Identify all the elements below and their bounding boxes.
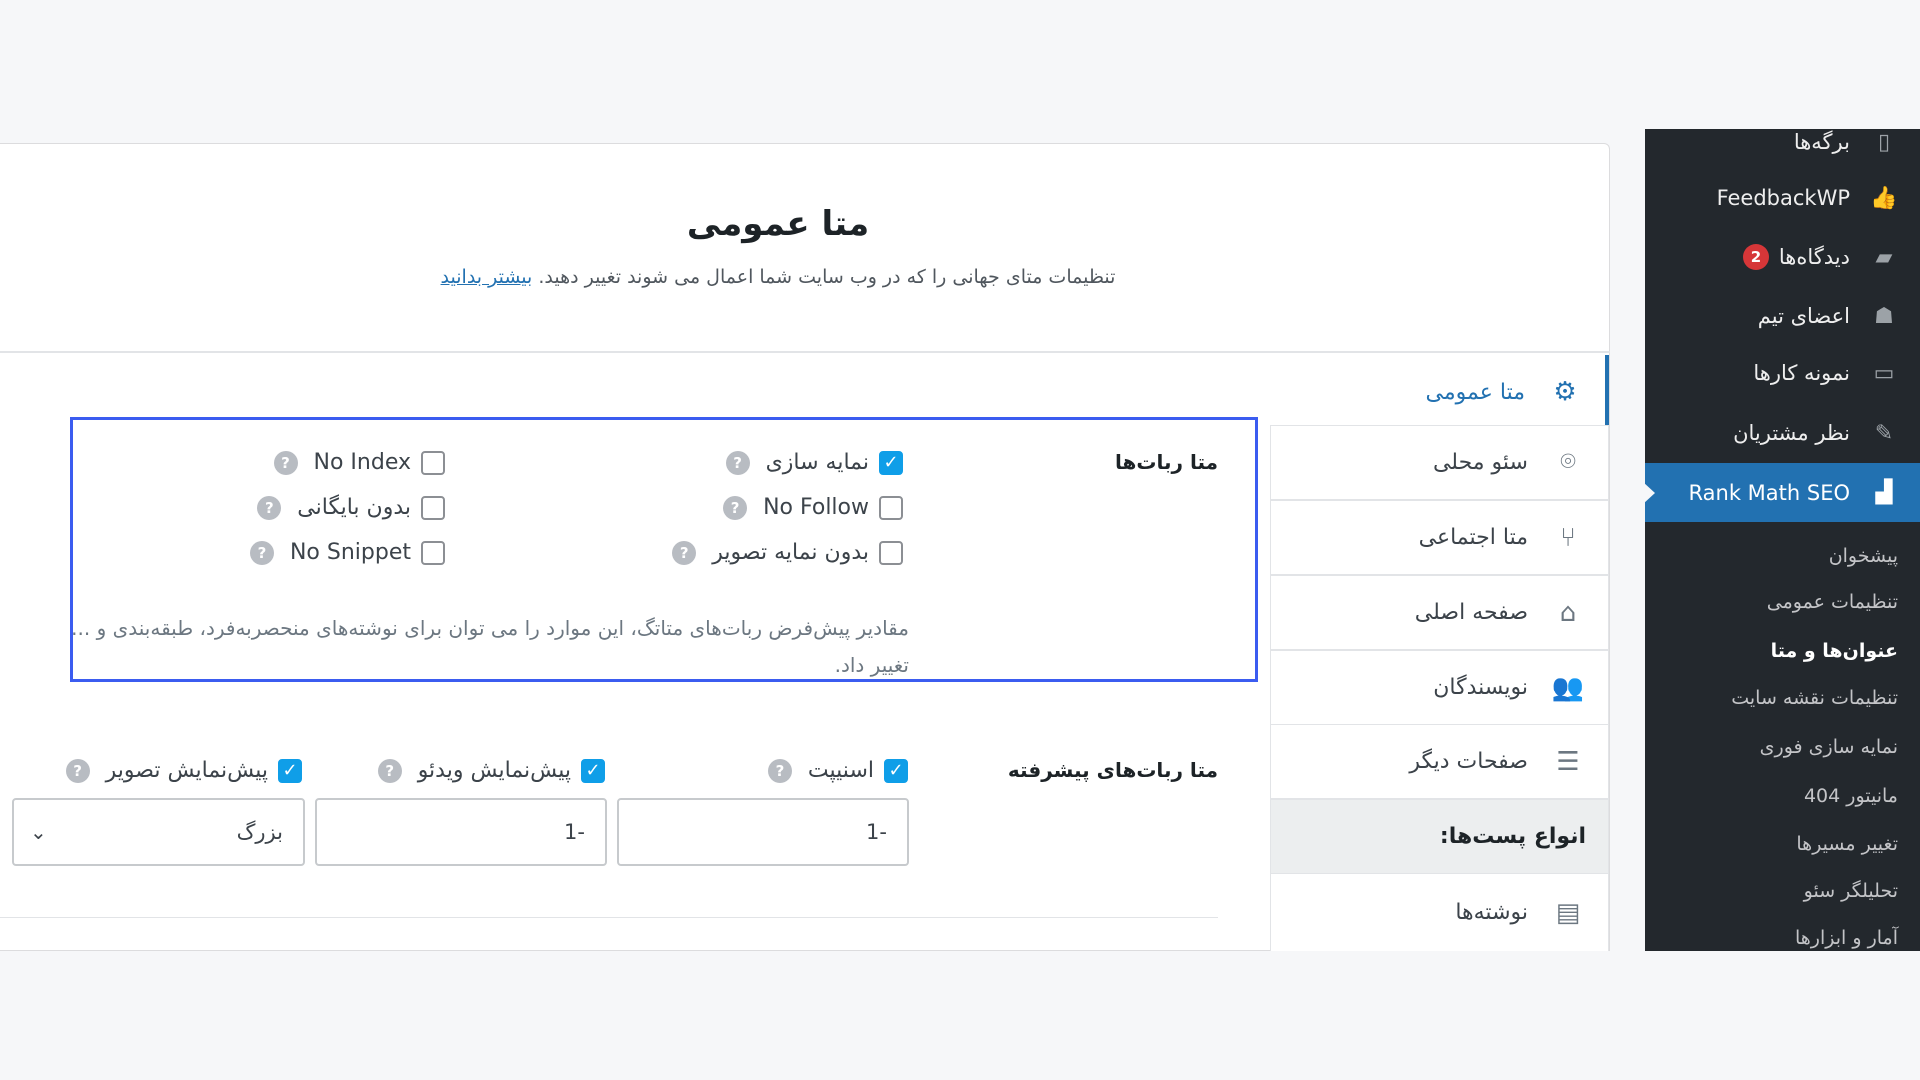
checkbox-noarchive[interactable] [421, 495, 445, 520]
option-max-snippet[interactable]: ✓ اسنیپت? [767, 758, 908, 783]
checkbox-nofollow[interactable] [879, 495, 903, 520]
help-icon[interactable]: ? [257, 495, 282, 520]
current-arrow [1643, 482, 1655, 504]
tab-local-seo[interactable]: ⌾ سئو محلی [1270, 425, 1609, 500]
tab-homepage[interactable]: ⌂ صفحه اصلی [1270, 575, 1609, 650]
post-types-header: انواع پست‌ها: [1270, 799, 1609, 874]
option-image-preview[interactable]: ✓ پیش‌نمایش تصویر? [65, 758, 302, 783]
gear-icon: ⚙ [1553, 377, 1577, 407]
menu-rank-math-seo[interactable]: ▟ Rank Math SEO [1643, 463, 1920, 522]
folder-icon: ▭ [1873, 360, 1895, 386]
submenu-status-tools[interactable]: آمار و ابزارها [1795, 918, 1898, 958]
location-pin-icon: ⌾ [1560, 447, 1576, 477]
users-icon: 👥 [1551, 672, 1585, 703]
submenu-titles-meta[interactable]: عنوان‌ها و متا [1771, 631, 1898, 671]
section-divider [0, 917, 1218, 918]
help-icon[interactable]: ? [767, 758, 792, 783]
checkbox-index[interactable]: ✓ [879, 450, 903, 475]
help-icon[interactable]: ? [723, 495, 748, 520]
submenu-seo-analyzer[interactable]: تحلیلگر سئو [1804, 871, 1898, 911]
tab-social-meta[interactable]: ⑂ متا اجتماعی [1270, 500, 1609, 575]
robots-description: مقادیر پیش‌فرض ربات‌های متاتگ، این موارد… [71, 616, 909, 677]
thumbs-up-icon: 👍 [1870, 185, 1898, 211]
submenu-404-monitor[interactable]: مانیتور 404 [1804, 776, 1898, 816]
learn-more-link[interactable]: بیشتر بدانید [441, 266, 533, 288]
option-nosnippet[interactable]: No Snippet? [249, 540, 445, 565]
menu-team[interactable]: ☗ اعضای تیم [1645, 292, 1920, 340]
menu-comments[interactable]: ▰ دیدگاه‌ها 2 [1645, 233, 1920, 281]
checkbox-nosnippet[interactable] [421, 540, 445, 565]
comment-icon: ▰ [1875, 244, 1893, 270]
menu-feedbackwp[interactable]: 👍 FeedbackWP [1645, 174, 1920, 222]
menu-testimonials[interactable]: ✎ نظر مشتریان [1645, 409, 1920, 457]
comment-count-badge: 2 [1742, 244, 1769, 270]
help-icon[interactable]: ? [249, 540, 274, 565]
submenu-redirections[interactable]: تغییر مسیرها [1796, 824, 1898, 864]
max-image-preview-select[interactable]: بزرگ ⌄ [12, 798, 305, 866]
checkbox-video-preview[interactable]: ✓ [581, 758, 605, 783]
admin-sidebar: ▯ برگه‌ها 👍 FeedbackWP ▰ دیدگاه‌ها 2 ☗ اعضای … [1643, 129, 1920, 951]
option-video-preview[interactable]: ✓ پیش‌نمایش ویدئو? [377, 758, 605, 783]
checkbox-noindex[interactable] [421, 450, 445, 475]
checkbox-noimageindex[interactable] [879, 540, 903, 565]
page-title: متا عمومی [686, 204, 870, 244]
list-icon: ☰ [1556, 746, 1580, 777]
option-index[interactable]: ✓ نمایه سازی? [725, 450, 903, 475]
advanced-robots-label: متا ربات‌های پیشرفته [1007, 758, 1218, 782]
option-noimageindex[interactable]: بدون نمایه تصویر? [672, 540, 903, 565]
help-icon[interactable]: ? [273, 450, 298, 475]
rank-math-icon: ▟ [1875, 480, 1893, 505]
post-icon: ▤ [1555, 897, 1581, 928]
chevron-down-icon: ⌄ [30, 820, 47, 844]
tab-misc-pages[interactable]: ☰ صفحات دیگر [1270, 724, 1609, 799]
tab-posts[interactable]: ▤ نوشته‌ها [1270, 873, 1609, 951]
pages-icon: ▯ [1877, 129, 1891, 155]
option-noindex[interactable]: No Index? [273, 450, 445, 475]
home-icon: ⌂ [1559, 597, 1577, 628]
menu-portfolio[interactable]: ▭ نمونه کارها [1645, 349, 1920, 397]
team-icon: ☗ [1874, 303, 1894, 329]
page-subtitle: تنظیمات متای جهانی را که در وب سایت شما … [440, 266, 1116, 288]
help-icon[interactable]: ? [725, 450, 750, 475]
share-icon: ⑂ [1560, 522, 1576, 553]
submenu-sitemap[interactable]: تنظیمات نقشه سایت [1731, 678, 1898, 718]
submenu-instant-indexing[interactable]: نمایه سازی فوری [1760, 727, 1898, 767]
submenu-general-settings[interactable]: تنظیمات عمومی [1767, 582, 1898, 622]
option-nofollow[interactable]: No Follow? [723, 495, 903, 520]
max-video-preview-input[interactable]: -1 [315, 798, 607, 866]
option-noarchive[interactable]: بدون بایگانی? [257, 495, 445, 520]
menu-pages[interactable]: ▯ برگه‌ها [1645, 118, 1920, 166]
tab-authors[interactable]: 👥 نویسندگان [1270, 650, 1609, 725]
submenu-dashboard[interactable]: پیشخوان [1829, 536, 1898, 576]
pin-icon: ✎ [1874, 420, 1894, 446]
divider [0, 351, 1610, 353]
help-icon[interactable]: ? [672, 540, 697, 565]
robots-meta-label: متا ربات‌ها [1114, 450, 1218, 474]
checkbox-image-preview[interactable]: ✓ [278, 758, 302, 783]
help-icon[interactable]: ? [65, 758, 90, 783]
max-snippet-input[interactable]: -1 [617, 798, 909, 866]
checkbox-max-snippet[interactable]: ✓ [884, 758, 908, 783]
highlight-box: مقادیر پیش‌فرض ربات‌های متاتگ، این موارد… [70, 417, 1258, 682]
tab-global-meta[interactable]: ⚙ متا عمومی [1270, 355, 1609, 430]
help-icon[interactable]: ? [377, 758, 402, 783]
